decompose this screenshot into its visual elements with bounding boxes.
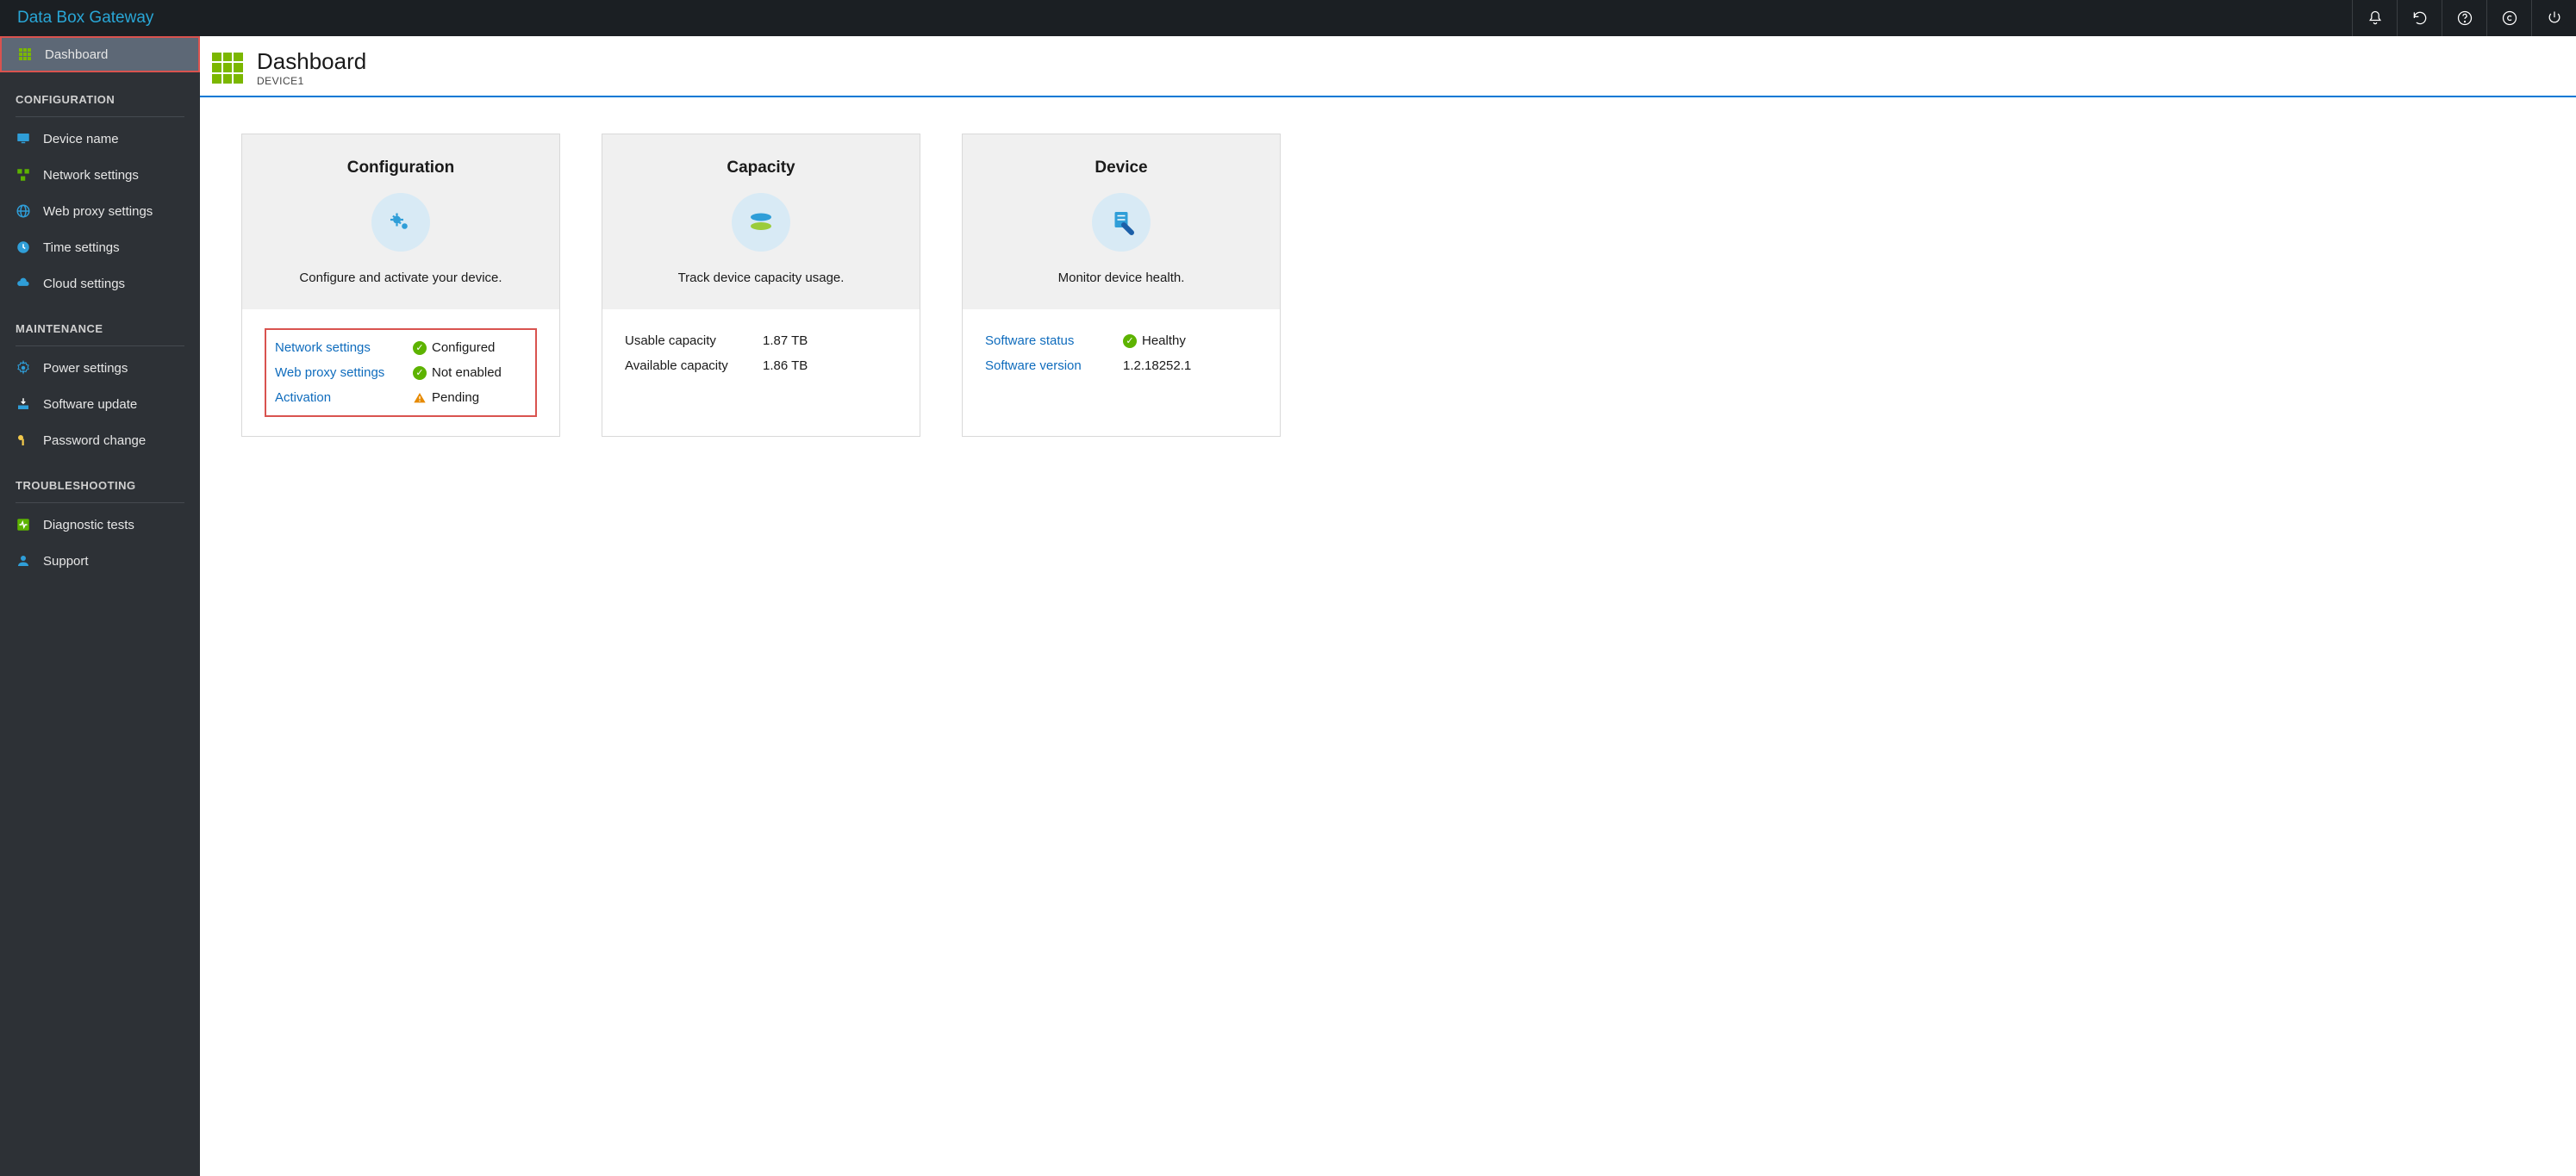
pulse-icon — [16, 517, 31, 532]
card-desc: Track device capacity usage. — [620, 271, 902, 285]
help-icon[interactable] — [2442, 0, 2486, 36]
sidebar-item-password-change[interactable]: Password change — [0, 422, 200, 458]
row-label: Usable capacity — [625, 333, 763, 348]
config-row-activation: Activation Pending — [275, 385, 527, 410]
person-icon — [16, 553, 31, 569]
card-title: Capacity — [620, 159, 902, 177]
sidebar-item-label: Dashboard — [45, 47, 108, 62]
sidebar-item-device-name[interactable]: Device name — [0, 121, 200, 157]
sidebar-item-label: Support — [43, 554, 89, 569]
check-icon: ✓ — [1123, 334, 1137, 348]
card-title: Device — [980, 159, 1263, 177]
divider — [16, 116, 184, 117]
sidebar-item-label: Software update — [43, 397, 137, 412]
wrench-icon — [1092, 193, 1151, 252]
grid-icon — [212, 53, 243, 84]
key-icon — [16, 432, 31, 448]
sidebar-item-label: Diagnostic tests — [43, 518, 134, 532]
sidebar-item-label: Web proxy settings — [43, 204, 153, 219]
check-icon: ✓ — [413, 341, 427, 355]
sidebar-item-support[interactable]: Support — [0, 543, 200, 579]
row-value: 1.87 TB — [763, 333, 808, 348]
sidebar-section-troubleshooting: TROUBLESHOOTING — [0, 458, 200, 497]
config-row-webproxy: Web proxy settings ✓ Not enabled — [275, 360, 527, 385]
check-icon: ✓ — [413, 366, 427, 380]
status-value: Configured — [432, 340, 495, 355]
monitor-icon — [16, 131, 31, 146]
cloud-icon — [16, 276, 31, 291]
sidebar-section-configuration: CONFIGURATION — [0, 72, 200, 111]
link-activation[interactable]: Activation — [275, 390, 413, 405]
gear-icon — [16, 360, 31, 376]
capacity-row-available: Available capacity 1.86 TB — [625, 353, 897, 378]
grid-icon — [17, 47, 33, 62]
status-value: Healthy — [1142, 333, 1186, 348]
sidebar-item-power-settings[interactable]: Power settings — [0, 350, 200, 386]
globe-icon — [16, 203, 31, 219]
highlight-box: Network settings ✓ Configured Web proxy … — [265, 328, 537, 417]
card-row: Configuration Configure and activate you… — [200, 97, 2576, 473]
sidebar-section-maintenance: MAINTENANCE — [0, 302, 200, 340]
gears-icon — [371, 193, 430, 252]
copyright-icon[interactable] — [2486, 0, 2531, 36]
card-desc: Monitor device health. — [980, 271, 1263, 285]
sidebar-item-dashboard[interactable]: Dashboard — [0, 36, 200, 72]
row-label: Available capacity — [625, 358, 763, 373]
sidebar-item-diagnostic-tests[interactable]: Diagnostic tests — [0, 507, 200, 543]
sidebar-item-label: Time settings — [43, 240, 120, 255]
status-value: Pending — [432, 390, 479, 405]
refresh-icon[interactable] — [2397, 0, 2442, 36]
divider — [16, 345, 184, 346]
row-value: 1.86 TB — [763, 358, 808, 373]
sidebar-item-label: Password change — [43, 433, 146, 448]
main-content: Dashboard DEVICE1 Configuration Configur… — [200, 36, 2576, 1176]
config-row-network: Network settings ✓ Configured — [275, 335, 527, 360]
download-icon — [16, 396, 31, 412]
sidebar-item-software-update[interactable]: Software update — [0, 386, 200, 422]
card-title: Configuration — [259, 159, 542, 177]
card-capacity: Capacity Track device capacity usage. Us… — [602, 134, 920, 437]
sidebar-item-network-settings[interactable]: Network settings — [0, 157, 200, 193]
sidebar: Dashboard CONFIGURATION Device name Netw… — [0, 36, 200, 1176]
top-bar: Data Box Gateway — [0, 0, 2576, 36]
page-title: Dashboard — [257, 48, 366, 75]
divider — [16, 502, 184, 503]
page-header: Dashboard DEVICE1 — [200, 36, 2576, 97]
clock-icon — [16, 240, 31, 255]
link-software-status[interactable]: Software status — [985, 333, 1123, 348]
card-configuration: Configuration Configure and activate you… — [241, 134, 560, 437]
sidebar-item-label: Power settings — [43, 361, 128, 376]
sidebar-item-label: Cloud settings — [43, 277, 125, 291]
device-row-software-version: Software version 1.2.18252.1 — [985, 353, 1257, 378]
link-software-version[interactable]: Software version — [985, 358, 1123, 373]
power-icon[interactable] — [2531, 0, 2576, 36]
page-subtitle: DEVICE1 — [257, 75, 366, 87]
capacity-row-usable: Usable capacity 1.87 TB — [625, 328, 897, 353]
sidebar-item-label: Device name — [43, 132, 119, 146]
network-icon — [16, 167, 31, 183]
disk-icon — [732, 193, 790, 252]
device-row-software-status: Software status ✓ Healthy — [985, 328, 1257, 353]
topbar-icons — [2352, 0, 2576, 36]
warning-icon — [413, 391, 427, 405]
status-value: Not enabled — [432, 365, 502, 380]
link-web-proxy-settings[interactable]: Web proxy settings — [275, 365, 413, 380]
sidebar-item-cloud-settings[interactable]: Cloud settings — [0, 265, 200, 302]
card-device: Device Monitor device health. Software s… — [962, 134, 1281, 437]
sidebar-item-web-proxy[interactable]: Web proxy settings — [0, 193, 200, 229]
app-title: Data Box Gateway — [17, 9, 153, 28]
link-network-settings[interactable]: Network settings — [275, 340, 413, 355]
notification-icon[interactable] — [2352, 0, 2397, 36]
sidebar-item-label: Network settings — [43, 168, 139, 183]
sidebar-item-time-settings[interactable]: Time settings — [0, 229, 200, 265]
row-value: 1.2.18252.1 — [1123, 358, 1191, 373]
card-desc: Configure and activate your device. — [259, 271, 542, 285]
